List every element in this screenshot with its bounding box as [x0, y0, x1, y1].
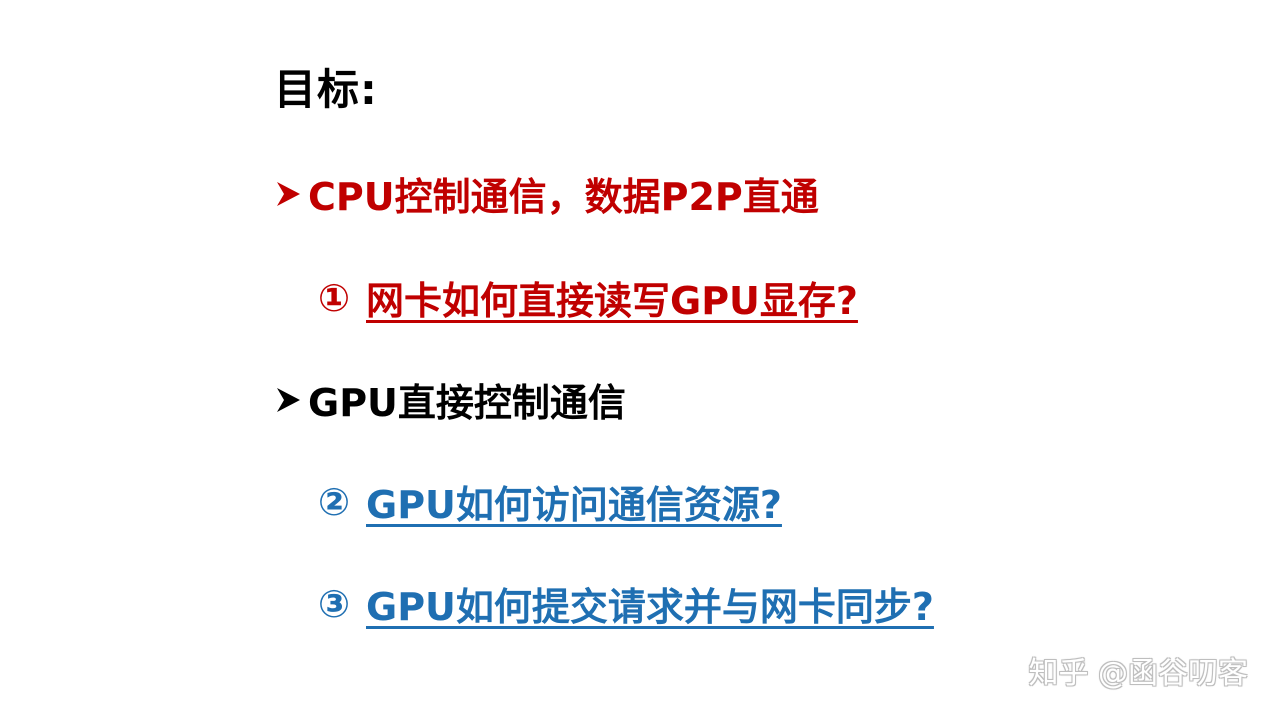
arrow-bullet-icon — [274, 175, 306, 213]
sub-item-text: GPU如何提交请求并与网卡同步? — [366, 585, 934, 629]
arrow-bullet-icon — [274, 381, 306, 419]
circled-number-2: ② — [318, 479, 351, 524]
watermark: 知乎 @函谷叨客 — [1028, 656, 1248, 691]
sub-item-3: ③ GPU如何提交请求并与网卡同步? — [318, 576, 952, 631]
slide: 目标: CPU控制通信，数据P2P直通 ① 网卡如何直接读写GPU显存? GPU… — [0, 0, 1280, 720]
sub-item-1: ① 网卡如何直接读写GPU显存? — [318, 270, 876, 325]
bullet-item-gpu-control: GPU直接控制通信 — [274, 372, 626, 427]
circled-number-3: ③ — [318, 581, 351, 626]
bullet-text: CPU控制通信，数据P2P直通 — [308, 175, 819, 219]
bullet-item-cpu-control: CPU控制通信，数据P2P直通 — [274, 166, 819, 221]
sub-item-2: ② GPU如何访问通信资源? — [318, 474, 800, 529]
bullet-text: GPU直接控制通信 — [308, 381, 626, 425]
sub-item-text: 网卡如何直接读写GPU显存? — [366, 279, 858, 323]
sub-item-text: GPU如何访问通信资源? — [366, 483, 782, 527]
circled-number-1: ① — [318, 275, 351, 320]
slide-title: 目标: — [274, 65, 378, 114]
